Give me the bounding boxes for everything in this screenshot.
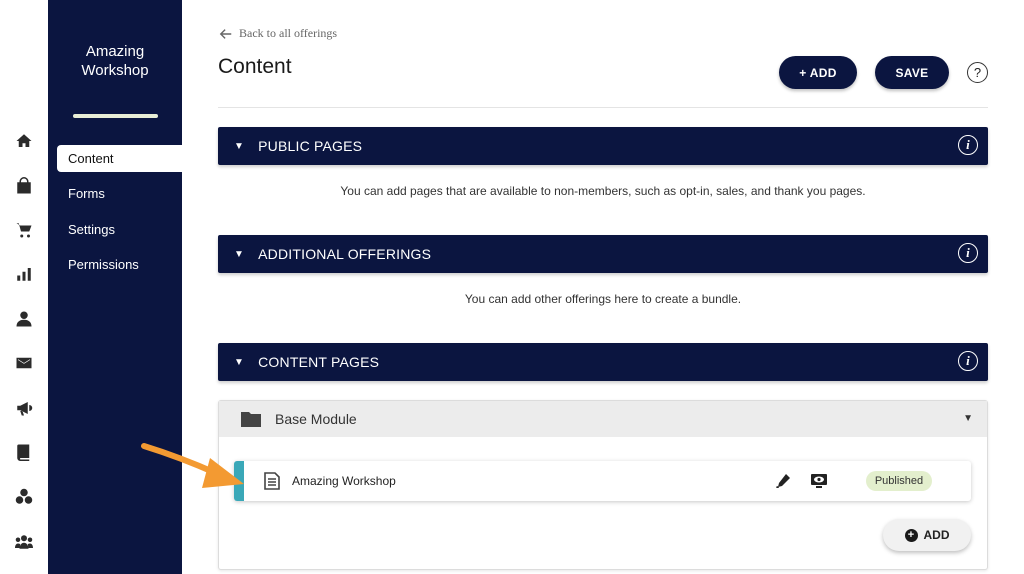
arrow-left-icon	[219, 28, 232, 39]
add-page-label: ADD	[923, 528, 950, 542]
preview-icon[interactable]	[810, 472, 828, 490]
book-icon[interactable]	[14, 442, 34, 462]
info-icon[interactable]: i	[958, 135, 978, 155]
pen-icon[interactable]	[775, 473, 791, 489]
section-description: You can add other offerings here to crea…	[464, 292, 742, 306]
back-link-label: Back to all offerings	[239, 26, 338, 40]
caret-down-icon: ▼	[234, 356, 245, 368]
section-additional-offerings[interactable]: ▼ ADDITIONAL OFFERINGS i	[218, 235, 988, 273]
page-title: Content	[218, 55, 292, 78]
brand-line-2: Workshop	[81, 62, 149, 79]
caret-down-icon: ▼	[234, 140, 245, 152]
user-icon[interactable]	[14, 309, 34, 329]
help-icon[interactable]: ?	[967, 62, 988, 83]
sidebar-item-content[interactable]: Content	[57, 145, 182, 172]
chevron-down-icon[interactable]: ▼	[963, 413, 973, 424]
add-page-button[interactable]: + ADD	[883, 519, 971, 551]
section-title: CONTENT PAGES	[258, 354, 380, 370]
caret-down-icon: ▼	[234, 248, 245, 260]
home-icon[interactable]	[14, 131, 34, 151]
brand-title: Amazing Workshop	[48, 42, 182, 80]
list-item[interactable]: Amazing Workshop Published	[234, 461, 971, 501]
status-badge: Published	[866, 471, 932, 491]
icon-rail	[0, 0, 48, 574]
add-button[interactable]: + ADD	[779, 56, 857, 89]
annotation-arrow-icon	[141, 443, 244, 488]
sidebar-item-settings[interactable]: Settings	[57, 216, 182, 243]
info-icon[interactable]: i	[958, 351, 978, 371]
page-title-label: Amazing Workshop	[292, 474, 396, 488]
folder-icon	[241, 412, 261, 427]
bar-chart-icon[interactable]	[14, 264, 34, 284]
team-icon[interactable]	[14, 532, 34, 552]
store-icon[interactable]	[14, 176, 34, 196]
header-divider	[218, 107, 988, 108]
section-title: ADDITIONAL OFFERINGS	[258, 246, 432, 262]
section-description: You can add pages that are available to …	[340, 184, 866, 198]
plus-circle-icon: +	[904, 528, 918, 542]
section-public-pages[interactable]: ▼ PUBLIC PAGES i	[218, 127, 988, 165]
brand-underline	[73, 114, 158, 118]
sidebar-item-permissions[interactable]: Permissions	[57, 251, 182, 278]
section-title: PUBLIC PAGES	[258, 138, 363, 154]
module-title: Base Module	[275, 411, 357, 427]
document-icon	[264, 472, 280, 490]
brand-line-1: Amazing	[85, 43, 145, 60]
info-icon[interactable]: i	[958, 243, 978, 263]
community-icon[interactable]	[14, 487, 34, 507]
mail-icon[interactable]	[14, 353, 34, 373]
sidebar-item-forms[interactable]: Forms	[57, 180, 182, 207]
back-link[interactable]: Back to all offerings	[219, 26, 337, 41]
save-button[interactable]: SAVE	[875, 56, 949, 89]
module-header[interactable]: Base Module ▼	[219, 401, 987, 437]
section-content-pages[interactable]: ▼ CONTENT PAGES i	[218, 343, 988, 381]
cart-icon[interactable]	[14, 220, 34, 240]
megaphone-icon[interactable]	[14, 398, 34, 418]
